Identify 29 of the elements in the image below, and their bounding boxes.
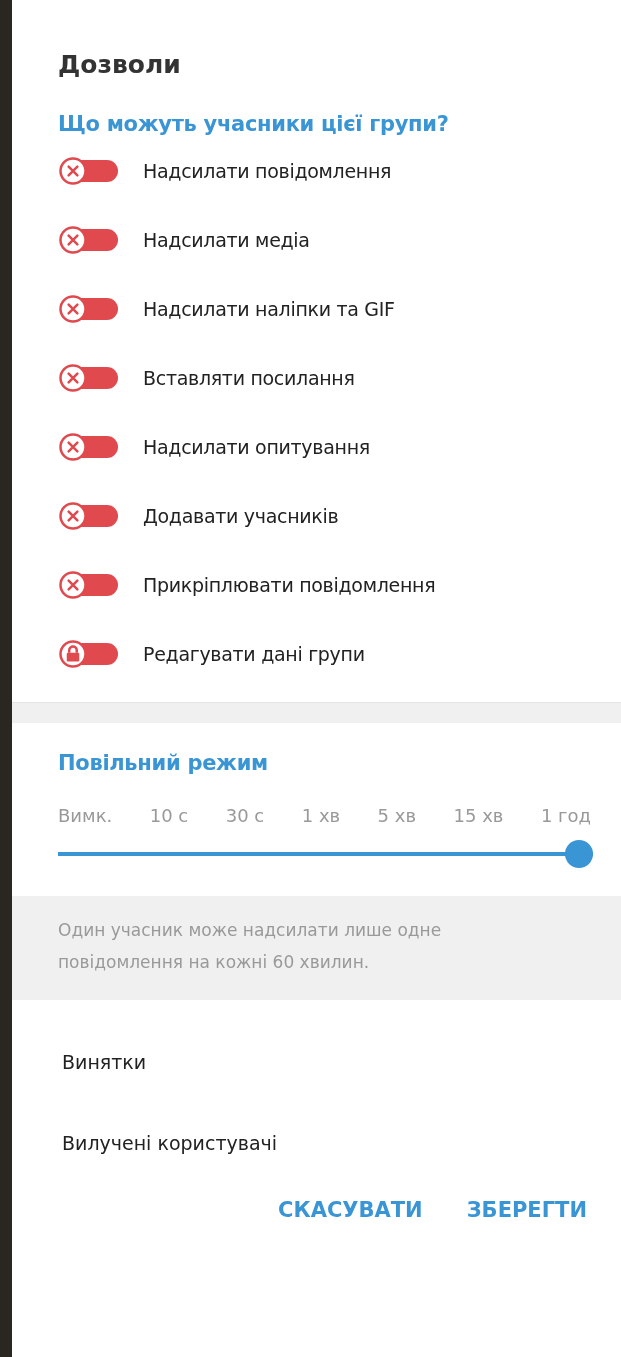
permission-label: Надсилати повідомлення: [143, 159, 392, 182]
toggle-switch[interactable]: [60, 159, 118, 182]
section-heading: Що можуть учасники цієї групи?: [58, 112, 450, 136]
slider-label: Вимк.: [58, 805, 113, 826]
slider-label: 10 с: [149, 805, 189, 826]
toggle-switch[interactable]: [60, 642, 118, 665]
toggle-switch[interactable]: [60, 366, 118, 389]
toggle-switch[interactable]: [60, 435, 118, 458]
toggle-switch[interactable]: [60, 573, 118, 596]
permission-label: Надсилати наліпки та GIF: [143, 297, 395, 320]
slider-label: 5 хв: [377, 805, 417, 826]
slider-label: 1 год: [540, 805, 591, 826]
menu-item[interactable]: Винятки: [62, 1022, 621, 1103]
slider-label: 15 хв: [453, 805, 504, 826]
toggle-switch[interactable]: [60, 228, 118, 251]
slider-label: 30 с: [225, 805, 265, 826]
toggle-switch[interactable]: [60, 297, 118, 320]
dialog-title: Дозволи: [58, 50, 182, 81]
permission-label: Вставляти посилання: [143, 366, 355, 389]
slider-label: 1 хв: [301, 805, 341, 826]
permission-label: Надсилати опитування: [143, 435, 370, 458]
menu-item[interactable]: Вилучені користувачі: [62, 1103, 621, 1184]
permission-label: Редагувати дані групи: [143, 642, 365, 665]
toggle-switch[interactable]: [60, 504, 118, 527]
description-text: Один учасник може надсилати лише одне повідомлення на кожні 60 хвилин.: [58, 920, 442, 972]
permission-label: Додавати учасників: [143, 504, 339, 527]
section-heading: Повільний режим: [58, 751, 269, 775]
permission-label: Надсилати медіа: [143, 228, 310, 251]
permission-label: Прикріплювати повідомлення: [143, 573, 436, 596]
